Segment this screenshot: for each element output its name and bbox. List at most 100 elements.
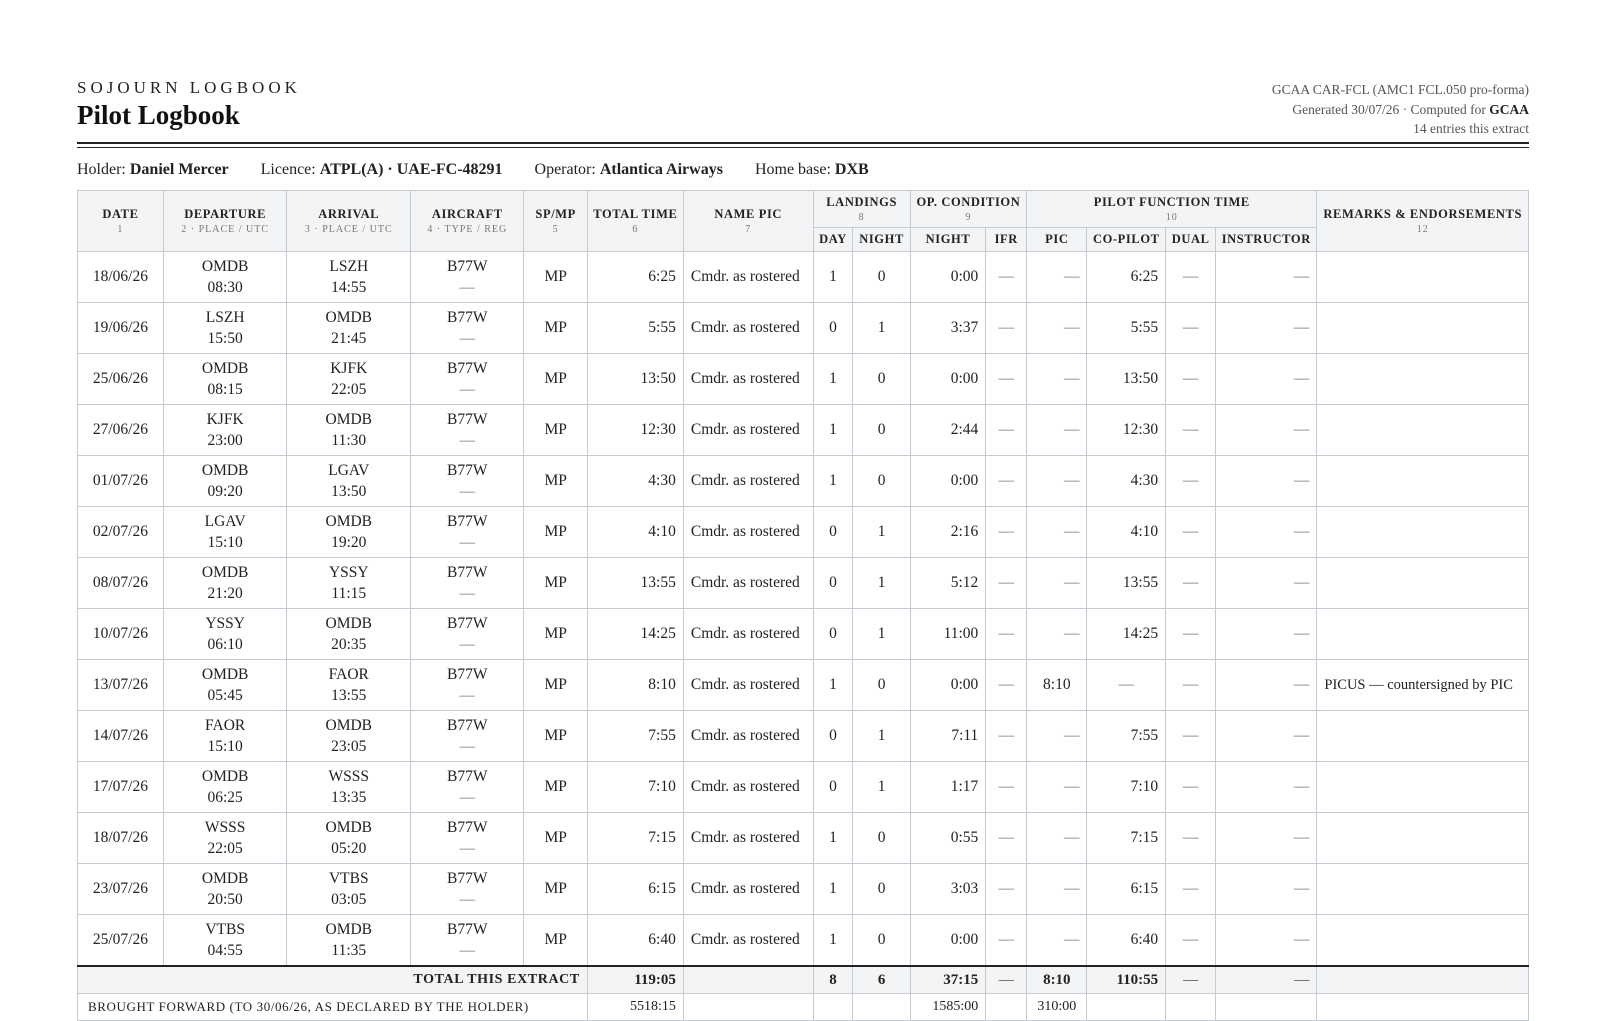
entry-co-pilot-time: 7:10	[1086, 761, 1167, 813]
title-block: SOJOURN LOGBOOK Pilot Logbook	[77, 76, 301, 132]
brand-name: SOJOURN LOGBOOK	[77, 78, 301, 97]
entry-ifr: —	[985, 608, 1028, 660]
entry-aircraft: B77W —	[410, 557, 525, 609]
entry-departure: OMDB 08:15	[162, 353, 288, 405]
entry-date: 02/07/26	[77, 506, 164, 558]
entry-dual-time: —	[1165, 608, 1217, 660]
entry-arrival: OMDB 23:05	[286, 710, 412, 762]
entry-dual-time: —	[1165, 302, 1217, 354]
entry-pic-time: —	[1026, 353, 1088, 405]
entry-aircraft-primary: B77W	[447, 564, 488, 581]
entry-aircraft-secondary: —	[459, 381, 476, 398]
entry-sp-mp: MP	[523, 302, 588, 354]
entry-pic-time: —	[1026, 761, 1088, 813]
brought-forward-row: BROUGHT FORWARD (TO 30/06/26, AS DECLARE…	[77, 993, 1529, 1021]
logbook-entry-row: 25/07/26 VTBS 04:55 OMDB 11:35 B77W — MP 6:40 Cmd…	[77, 914, 1529, 967]
entry-landings-night: 1	[852, 557, 911, 609]
col-landings-night: NIGHT	[852, 227, 911, 252]
entry-landings-night: 0	[852, 353, 911, 405]
entry-departure: YSSY 06:10	[162, 608, 288, 660]
entry-remarks: PICUS — countersigned by PIC	[1316, 659, 1529, 711]
entry-aircraft: B77W —	[410, 251, 525, 303]
entry-aircraft-primary: B77W	[447, 411, 488, 428]
col-sp-mp: SP/MP 5	[523, 190, 588, 252]
entry-instructor-time: —	[1215, 761, 1318, 813]
entry-dual-time: —	[1165, 404, 1217, 456]
entry-sp-mp: MP	[523, 710, 588, 762]
entry-arrival-primary: YSSY	[328, 564, 369, 581]
entry-landings-night: 0	[852, 251, 911, 303]
entry-remarks	[1316, 812, 1529, 864]
entry-remarks	[1316, 302, 1529, 354]
entry-departure-secondary: 08:30	[207, 279, 243, 296]
entry-departure-secondary: 22:05	[207, 840, 243, 857]
entry-arrival-secondary: 22:05	[331, 381, 367, 398]
entry-sp-mp: MP	[523, 557, 588, 609]
entry-landings-day: 0	[812, 506, 854, 558]
logbook-table: DATE 1 DEPARTURE 2 · PLACE / UTC ARRIVAL 3 …	[77, 190, 1529, 1021]
entry-departure-primary: OMDB	[201, 360, 249, 377]
entry-night-time: 0:00	[909, 251, 987, 303]
entry-total-time: 12:30	[586, 404, 684, 456]
entry-pic-time: 8:10	[1026, 659, 1088, 711]
col-departure: DEPARTURE 2 · PLACE / UTC	[162, 190, 288, 252]
entry-landings-day: 1	[812, 863, 854, 915]
entry-landings-day: 0	[812, 557, 854, 609]
entry-remarks	[1316, 506, 1529, 558]
entry-departure-primary: OMDB	[201, 768, 249, 785]
forward-instructor	[1215, 993, 1318, 1021]
entry-aircraft-primary: B77W	[447, 921, 488, 938]
entry-arrival-secondary: 19:20	[331, 534, 367, 551]
entry-landings-night: 1	[852, 506, 911, 558]
entry-night-time: 5:12	[909, 557, 987, 609]
logbook-entry-row: 18/07/26 WSSS 22:05 OMDB 05:20 B77W — MP 7:15 Cmd…	[77, 812, 1529, 864]
forward-dual	[1165, 993, 1217, 1021]
entry-pic-time: —	[1026, 710, 1088, 762]
entry-departure-primary: OMDB	[201, 564, 249, 581]
entry-co-pilot-time: 6:15	[1086, 863, 1167, 915]
entry-pic-time: —	[1026, 863, 1088, 915]
entry-aircraft-primary: B77W	[447, 360, 488, 377]
entry-co-pilot-time: 13:50	[1086, 353, 1167, 405]
entry-aircraft-secondary: —	[459, 534, 476, 551]
entry-date: 18/07/26	[77, 812, 164, 864]
entry-name-pic: Cmdr. as rostered	[682, 761, 814, 813]
entry-arrival-primary: LGAV	[328, 462, 370, 479]
entry-arrival: FAOR 13:55	[286, 659, 412, 711]
regulation-reference: GCAA CAR-FCL (AMC1 FCL.050 pro-forma)	[1271, 82, 1529, 97]
entry-instructor-time: —	[1215, 812, 1318, 864]
entry-aircraft: B77W —	[410, 608, 525, 660]
forward-landings-night	[852, 993, 911, 1021]
entry-night-time: 2:44	[909, 404, 987, 456]
entry-date: 10/07/26	[77, 608, 164, 660]
entry-landings-day: 1	[812, 914, 854, 967]
entry-departure-primary: YSSY	[205, 615, 245, 632]
entry-landings-day: 0	[812, 710, 854, 762]
forward-ifr	[985, 993, 1028, 1021]
entry-aircraft-secondary: —	[459, 585, 476, 602]
entry-arrival-secondary: 11:30	[331, 432, 367, 449]
entry-instructor-time: —	[1215, 557, 1318, 609]
col-landings: LANDINGS 8	[812, 190, 911, 228]
entry-remarks	[1316, 353, 1529, 405]
col-instructor: INSTRUCTOR	[1215, 227, 1318, 252]
forward-pic: 310:00	[1026, 993, 1088, 1021]
total-remarks	[1316, 965, 1529, 994]
logbook-page: SOJOURN LOGBOOK Pilot Logbook GCAA CAR-F…	[77, 76, 1529, 1021]
entry-pic-time: —	[1026, 251, 1088, 303]
entry-sp-mp: MP	[523, 506, 588, 558]
col-dual: DUAL	[1165, 227, 1217, 252]
entry-aircraft-primary: B77W	[447, 513, 488, 530]
entry-co-pilot-time: 7:55	[1086, 710, 1167, 762]
entry-count: 14 entries this extract	[1413, 121, 1529, 136]
entry-departure-secondary: 09:20	[207, 483, 243, 500]
operator-value: Atlantica Airways	[599, 161, 723, 178]
entry-landings-night: 1	[852, 710, 911, 762]
entry-aircraft: B77W —	[410, 710, 525, 762]
entry-arrival-primary: OMDB	[325, 717, 373, 734]
total-ifr: —	[985, 965, 1028, 994]
entry-arrival-primary: OMDB	[325, 615, 373, 632]
forward-name-cell	[682, 993, 814, 1021]
entry-night-time: 7:11	[909, 710, 987, 762]
licence-field: Licence: ATPL(A) · UAE-FC-48291	[261, 161, 503, 178]
